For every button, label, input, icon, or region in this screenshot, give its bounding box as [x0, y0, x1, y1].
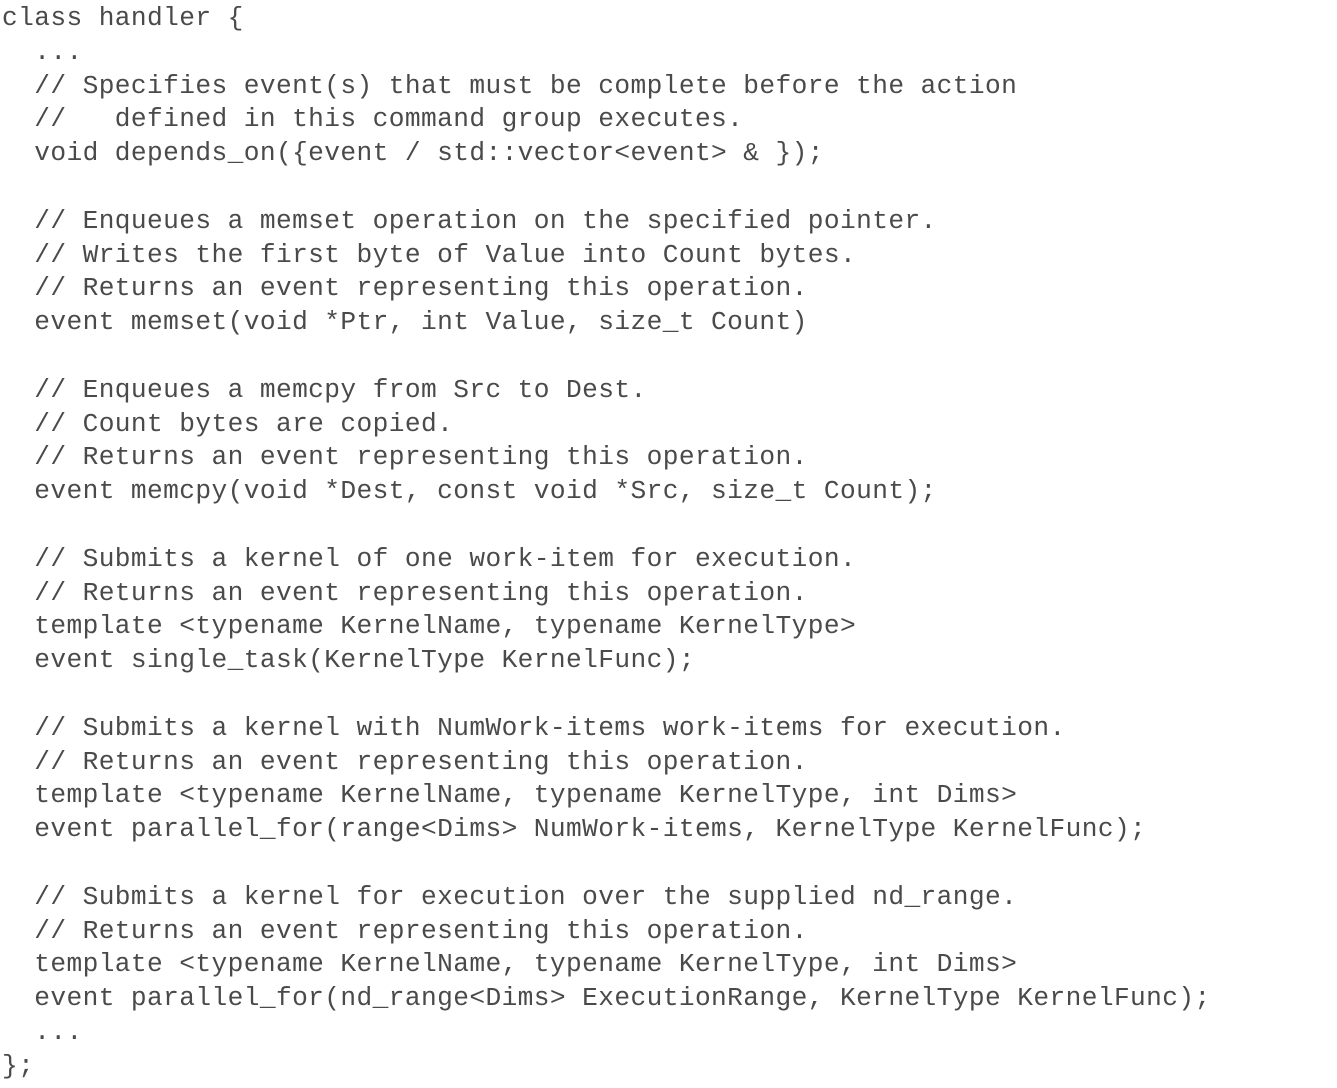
- code-line: // Returns an event representing this op…: [2, 746, 808, 777]
- code-line: // Submits a kernel with NumWork-items w…: [2, 712, 1066, 743]
- code-listing: class handler { ... // Specifies event(s…: [2, 2, 1211, 1084]
- code-line: template <typename KernelName, typename …: [2, 611, 857, 642]
- code-line: class handler {: [2, 3, 244, 33]
- code-line: void depends_on({event / std::vector<eve…: [2, 138, 824, 169]
- code-line: // Count bytes are copied.: [2, 408, 454, 439]
- code-line: event parallel_for(nd_range<Dims> Execut…: [2, 983, 1211, 1014]
- code-line: // Enqueues a memset operation on the sp…: [2, 205, 937, 236]
- code-line: // Returns an event representing this op…: [2, 915, 808, 946]
- code-line: event memset(void *Ptr, int Value, size_…: [2, 307, 808, 338]
- code-line: event single_task(KernelType KernelFunc)…: [2, 645, 695, 676]
- code-line: event parallel_for(range<Dims> NumWork-i…: [2, 814, 1147, 845]
- code-line: };: [2, 1050, 35, 1081]
- code-line: // Enqueues a memcpy from Src to Dest.: [2, 374, 647, 405]
- code-line: // Writes the first byte of Value into C…: [2, 239, 857, 270]
- code-line: // defined in this command group execute…: [2, 104, 744, 135]
- code-line: // Specifies event(s) that must be compl…: [2, 70, 1018, 101]
- code-line: ...: [2, 36, 83, 67]
- code-line: // Submits a kernel for execution over t…: [2, 881, 1018, 912]
- code-line: template <typename KernelName, typename …: [2, 780, 1018, 811]
- code-line: // Returns an event representing this op…: [2, 273, 808, 304]
- code-line: // Returns an event representing this op…: [2, 577, 808, 608]
- code-line: event memcpy(void *Dest, const void *Src…: [2, 476, 937, 507]
- code-line: ...: [2, 1016, 83, 1047]
- code-line: template <typename KernelName, typename …: [2, 949, 1018, 980]
- code-line: // Submits a kernel of one work-item for…: [2, 543, 857, 574]
- code-line: // Returns an event representing this op…: [2, 442, 808, 473]
